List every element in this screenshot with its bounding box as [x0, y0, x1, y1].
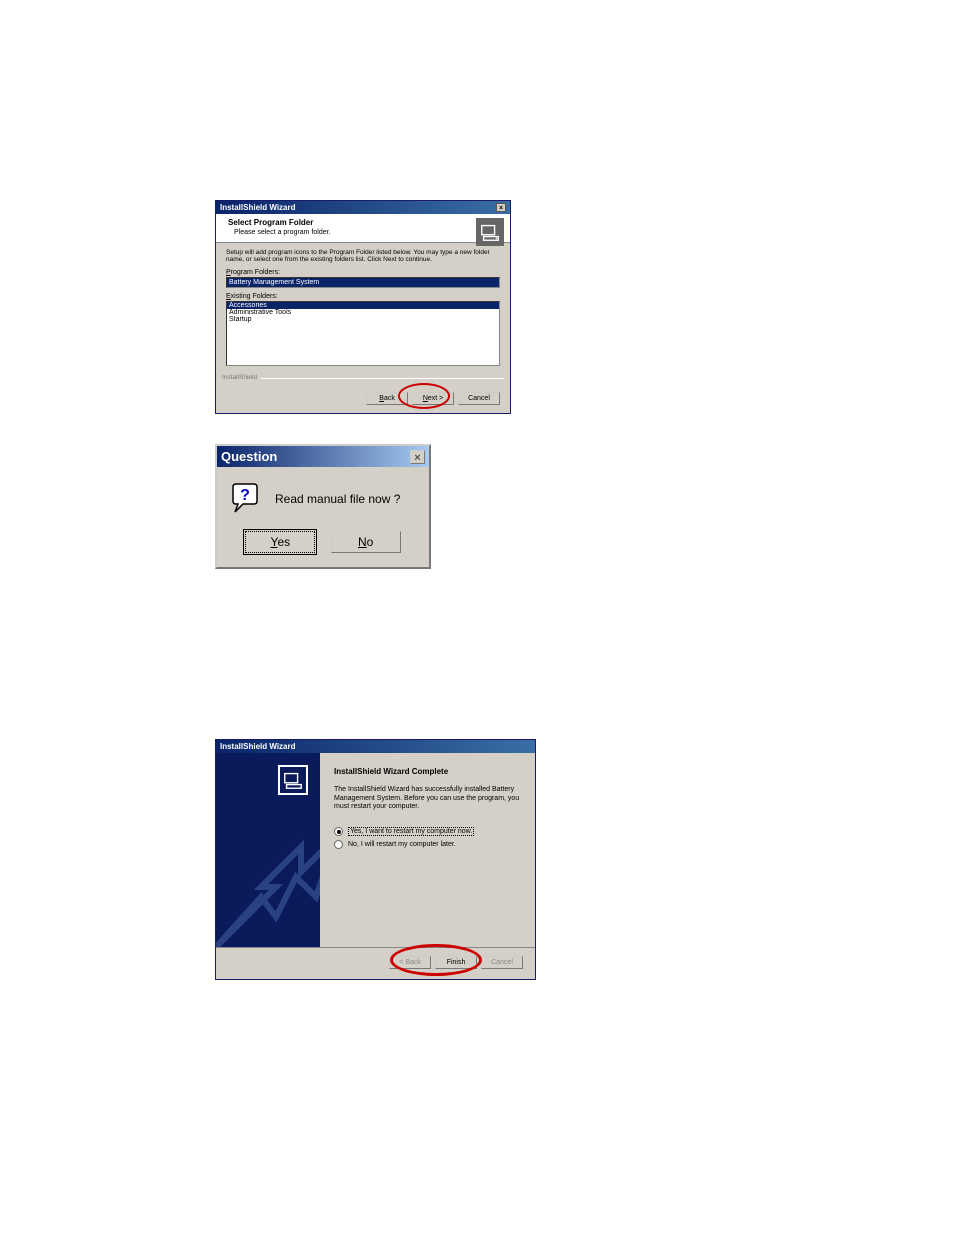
- svg-text:?: ?: [240, 487, 250, 504]
- cancel-button: Cancel: [481, 956, 523, 969]
- back-button: < Back: [389, 956, 431, 969]
- back-button[interactable]: Back: [366, 392, 408, 405]
- complete-heading: InstallShield Wizard Complete: [334, 767, 521, 776]
- restart-later-option[interactable]: No, I will restart my computer later.: [334, 840, 521, 849]
- radio-label: Yes, I want to restart my computer now.: [348, 827, 474, 836]
- program-folders-input[interactable]: Battery Management System: [226, 277, 500, 288]
- question-icon: ?: [229, 483, 261, 515]
- computer-box-icon: [278, 765, 308, 795]
- dialog-title-text: InstallShield Wizard: [220, 742, 296, 751]
- separator: InstallShield: [222, 378, 504, 386]
- finish-button[interactable]: Finish: [435, 956, 477, 969]
- radio-icon[interactable]: [334, 827, 343, 836]
- list-item[interactable]: Accessories: [227, 302, 499, 309]
- existing-folders-listbox[interactable]: Accessories Administrative Tools Startup: [226, 301, 500, 366]
- dialog-title-bar[interactable]: Question ×: [217, 446, 429, 467]
- cancel-button[interactable]: Cancel: [458, 392, 500, 405]
- question-dialog: Question × ? Read manual file now ? Yes …: [215, 444, 431, 569]
- restart-now-option[interactable]: Yes, I want to restart my computer now.: [334, 827, 521, 836]
- radio-label: No, I will restart my computer later.: [348, 841, 456, 848]
- dialog-title-text: InstallShield Wizard: [220, 203, 296, 212]
- dialog-title-bar[interactable]: InstallShield Wizard ×: [216, 201, 510, 214]
- existing-folders-label: Existing Folders:: [226, 293, 500, 300]
- question-message: Read manual file now ?: [275, 492, 400, 506]
- close-icon[interactable]: ×: [410, 450, 425, 464]
- next-button[interactable]: Next >: [412, 392, 454, 405]
- computer-box-icon: [476, 218, 504, 246]
- dialog-buttons: Back Next > Cancel: [216, 386, 510, 413]
- close-icon[interactable]: ×: [496, 203, 506, 212]
- complete-body: The InstallShield Wizard has successfull…: [334, 786, 521, 811]
- dialog-buttons: < Back Finish Cancel: [216, 947, 535, 979]
- list-item[interactable]: Startup: [227, 316, 499, 323]
- dialog-title-text: Question: [221, 449, 277, 464]
- no-button[interactable]: No: [331, 531, 401, 553]
- dialog-content: InstallShield Wizard Complete The Instal…: [320, 753, 535, 947]
- installshield-select-folder-dialog: InstallShield Wizard × Select Program Fo…: [215, 200, 511, 414]
- list-item[interactable]: Administrative Tools: [227, 309, 499, 316]
- program-folders-label: Program Folders:: [226, 269, 500, 276]
- dialog-title-bar[interactable]: InstallShield Wizard: [216, 740, 535, 753]
- dialog-buttons: Yes No: [217, 531, 429, 567]
- arrow-decoration-icon: [216, 817, 320, 947]
- instruction-text: Setup will add program icons to the Prog…: [226, 249, 500, 263]
- dialog-header: Select Program Folder Please select a pr…: [216, 214, 510, 243]
- yes-button[interactable]: Yes: [245, 531, 315, 553]
- radio-icon[interactable]: [334, 840, 343, 849]
- header-subtitle: Please select a program folder.: [234, 229, 498, 236]
- header-title: Select Program Folder: [228, 218, 498, 227]
- dialog-body: Setup will add program icons to the Prog…: [216, 243, 510, 370]
- installshield-complete-dialog: InstallShield Wizard InstallShield Wizar…: [215, 739, 536, 980]
- side-graphic: [216, 753, 320, 947]
